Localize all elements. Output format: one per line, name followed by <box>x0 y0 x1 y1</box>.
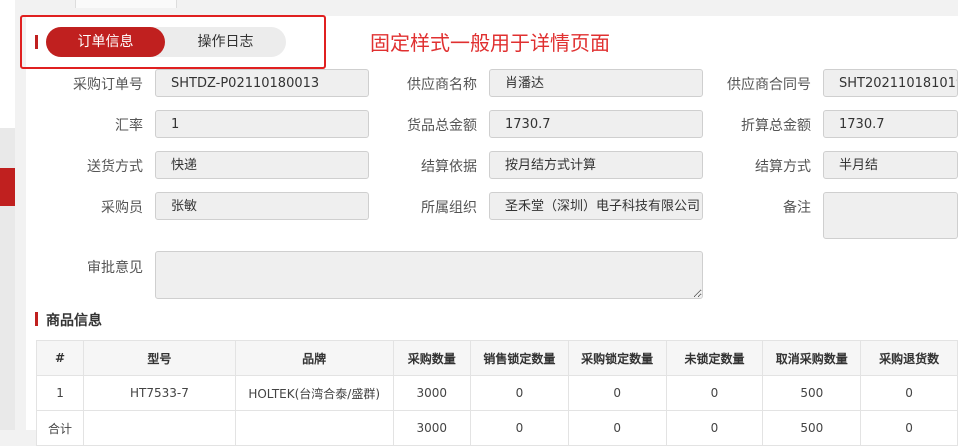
table-cell <box>83 410 236 446</box>
table-cell: 500 <box>762 410 862 446</box>
settlement-method-label: 结算方式 <box>755 159 811 175</box>
model-link[interactable]: HT7533-7 <box>83 375 236 411</box>
table-cell: 3000 <box>392 410 472 446</box>
top-tab[interactable] <box>75 0 177 8</box>
supplier-name-field[interactable]: 肖潘达 <box>489 69 703 97</box>
delivery-method-field[interactable]: 快递 <box>155 151 369 179</box>
table-cell: 0 <box>860 375 958 411</box>
goods-table: # 型号 品牌 采购数量 销售锁定数量 采购锁定数量 未锁定数量 取消采购数量 … <box>35 340 958 446</box>
table-cell: 0 <box>665 375 764 411</box>
table-cell: 0 <box>665 410 764 446</box>
exchange-rate-label: 汇率 <box>115 118 143 134</box>
buyer-label: 采购员 <box>101 200 143 216</box>
column-header: 取消采购数量 <box>762 340 862 376</box>
table-cell: 0 <box>470 375 569 411</box>
goods-section-title: 商品信息 <box>46 313 102 329</box>
purchase-order-no-field[interactable]: SHTDZ-P02110180013 <box>155 69 369 97</box>
goods-total-field[interactable]: 1730.7 <box>489 110 703 138</box>
exchange-rate-field[interactable]: 1 <box>155 110 369 138</box>
goods-total-label: 货品总金额 <box>407 118 477 134</box>
settlement-basis-label: 结算依据 <box>421 159 477 175</box>
annotation-text: 固定样式一般用于详情页面 <box>370 31 610 55</box>
organization-label: 所属组织 <box>421 200 477 216</box>
table-cell: HOLTEK(台湾合泰/盛群) <box>234 375 394 411</box>
table-cell: 500 <box>762 375 862 411</box>
table-row: 1 HT7533-7 HOLTEK(台湾合泰/盛群) 3000 0 0 0 50… <box>35 375 958 411</box>
organization-field[interactable]: 圣禾堂（深圳）电子科技有限公司 <box>489 192 703 220</box>
converted-total-label: 折算总金额 <box>741 118 811 134</box>
column-header: 型号 <box>83 340 236 376</box>
column-header: 采购锁定数量 <box>567 340 667 376</box>
purchase-order-no-label: 采购订单号 <box>73 77 143 93</box>
table-cell <box>234 410 394 446</box>
settlement-basis-field[interactable]: 按月结方式计算 <box>489 151 703 179</box>
converted-total-field[interactable]: 1730.7 <box>823 110 958 138</box>
left-sidebar-active-marker[interactable] <box>0 168 15 206</box>
highlight-annotation-box <box>20 15 326 69</box>
column-header: 未锁定数量 <box>665 340 764 376</box>
settlement-method-field[interactable]: 半月结 <box>823 151 958 179</box>
supplier-name-label: 供应商名称 <box>407 77 477 93</box>
delivery-method-label: 送货方式 <box>87 159 143 175</box>
approval-opinion-label: 审批意见 <box>87 260 143 276</box>
column-header: 采购退货数 <box>860 340 958 376</box>
table-cell: 0 <box>567 375 667 411</box>
table-cell: 合计 <box>35 410 85 446</box>
column-header: 品牌 <box>234 340 394 376</box>
table-cell: 1 <box>35 375 85 411</box>
buyer-field[interactable]: 张敏 <box>155 192 369 220</box>
supplier-contract-no-label: 供应商合同号 <box>727 77 811 93</box>
table-cell: 0 <box>860 410 958 446</box>
remark-label: 备注 <box>783 200 811 216</box>
table-cell: 0 <box>567 410 667 446</box>
approval-opinion-textarea[interactable] <box>155 251 703 299</box>
table-cell: 3000 <box>392 375 472 411</box>
goods-section-marker <box>35 312 38 326</box>
supplier-contract-no-field[interactable]: SHT202110181019 <box>823 69 958 97</box>
table-header-row: # 型号 品牌 采购数量 销售锁定数量 采购锁定数量 未锁定数量 取消采购数量 … <box>35 340 958 376</box>
column-header: # <box>35 340 85 376</box>
column-header: 采购数量 <box>392 340 472 376</box>
remark-field[interactable] <box>823 192 958 239</box>
column-header: 销售锁定数量 <box>470 340 569 376</box>
table-total-row: 合计 3000 0 0 0 500 0 <box>35 410 958 446</box>
table-cell: 0 <box>470 410 569 446</box>
